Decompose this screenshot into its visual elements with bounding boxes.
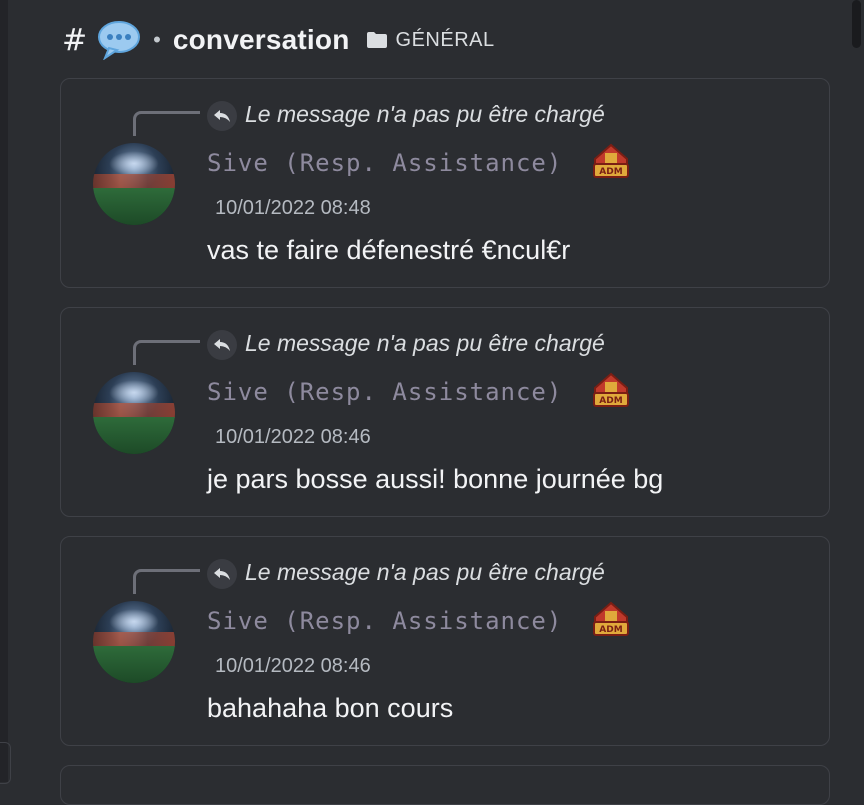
adm-badge-icon: ADM <box>591 141 631 181</box>
reply-preview-text[interactable]: Le message n'a pas pu être chargé <box>245 559 605 586</box>
channel-name[interactable]: conversation <box>173 24 350 56</box>
reply-connector <box>133 569 200 594</box>
left-sidebar-edge <box>0 0 8 782</box>
svg-text:ADM: ADM <box>599 625 622 635</box>
adm-badge-icon: ADM <box>591 599 631 639</box>
reply-icon <box>207 559 237 589</box>
adm-badge-icon: ADM <box>591 370 631 410</box>
scrollbar[interactable] <box>850 0 864 782</box>
message-text: vas te faire défenestré €ncul€r <box>207 235 571 265</box>
scrollbar-thumb[interactable] <box>852 0 861 48</box>
username[interactable]: Sive (Resp. Assistance) <box>207 149 562 177</box>
category-name[interactable]: GÉNÉRAL <box>396 29 495 52</box>
avatar[interactable] <box>93 601 175 683</box>
channel-header: # • conversation GÉNÉRAL <box>62 18 495 62</box>
message-card-partial[interactable] <box>60 765 830 805</box>
avatar[interactable] <box>93 143 175 225</box>
svg-text:ADM: ADM <box>599 167 622 177</box>
username[interactable]: Sive (Resp. Assistance) <box>207 378 562 406</box>
channel-hash-icon: # <box>62 22 88 58</box>
folder-icon <box>366 31 388 49</box>
reply-preview-text[interactable]: Le message n'a pas pu être chargé <box>245 101 605 128</box>
timestamp: 10/01/2022 08:46 <box>215 655 371 677</box>
reply-connector <box>133 340 200 365</box>
message-card[interactable]: Le message n'a pas pu être chargé Sive (… <box>60 536 830 746</box>
message-text: bahahaha bon cours <box>207 693 454 723</box>
timestamp: 10/01/2022 08:48 <box>215 197 371 219</box>
left-sidebar-item <box>0 742 11 784</box>
username[interactable]: Sive (Resp. Assistance) <box>207 607 562 635</box>
reply-icon <box>207 330 237 360</box>
timestamp: 10/01/2022 08:46 <box>215 426 371 448</box>
header-separator: • <box>153 27 161 52</box>
message-text: je pars bosse aussi! bonne journée bg <box>207 464 664 494</box>
reply-icon <box>207 101 237 131</box>
speech-bubble-icon <box>97 20 141 61</box>
reply-preview-text[interactable]: Le message n'a pas pu être chargé <box>245 330 605 357</box>
avatar[interactable] <box>93 372 175 454</box>
message-card[interactable]: Le message n'a pas pu être chargé Sive (… <box>60 307 830 517</box>
reply-connector <box>133 111 200 136</box>
svg-text:ADM: ADM <box>599 396 622 406</box>
message-card[interactable]: Le message n'a pas pu être chargé Sive (… <box>60 78 830 288</box>
